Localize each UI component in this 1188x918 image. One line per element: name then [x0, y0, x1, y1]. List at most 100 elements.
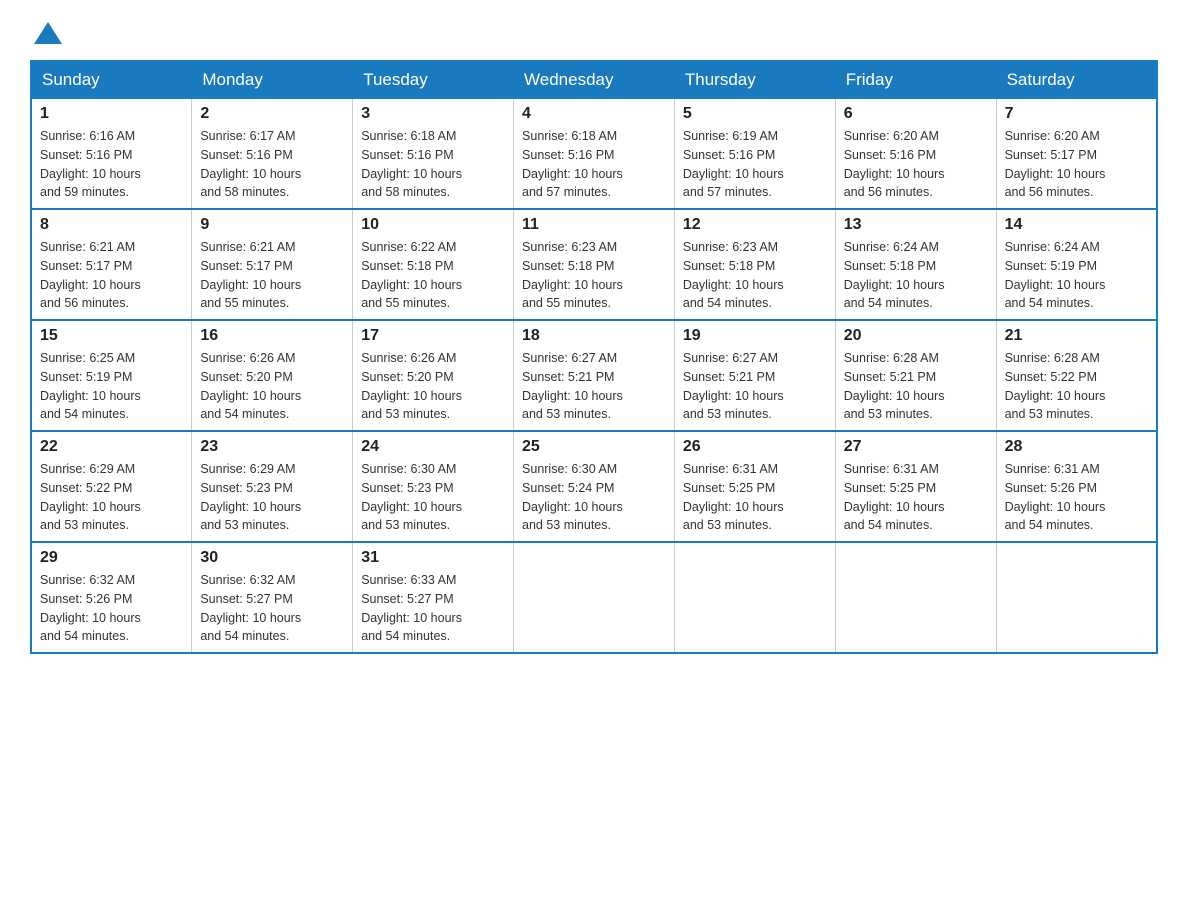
day-number: 29 — [40, 549, 183, 567]
calendar-cell: 16 Sunrise: 6:26 AM Sunset: 5:20 PM Dayl… — [192, 320, 353, 431]
calendar-cell: 12 Sunrise: 6:23 AM Sunset: 5:18 PM Dayl… — [674, 209, 835, 320]
calendar-week-5: 29 Sunrise: 6:32 AM Sunset: 5:26 PM Dayl… — [31, 542, 1157, 653]
day-info: Sunrise: 6:31 AM Sunset: 5:25 PM Dayligh… — [844, 460, 988, 535]
day-info: Sunrise: 6:32 AM Sunset: 5:27 PM Dayligh… — [200, 571, 344, 646]
calendar-cell: 14 Sunrise: 6:24 AM Sunset: 5:19 PM Dayl… — [996, 209, 1157, 320]
day-number: 8 — [40, 216, 183, 234]
day-number: 13 — [844, 216, 988, 234]
calendar-cell: 5 Sunrise: 6:19 AM Sunset: 5:16 PM Dayli… — [674, 99, 835, 210]
day-info: Sunrise: 6:30 AM Sunset: 5:23 PM Dayligh… — [361, 460, 505, 535]
day-info: Sunrise: 6:25 AM Sunset: 5:19 PM Dayligh… — [40, 349, 183, 424]
day-info: Sunrise: 6:26 AM Sunset: 5:20 PM Dayligh… — [361, 349, 505, 424]
day-number: 14 — [1005, 216, 1148, 234]
day-info: Sunrise: 6:17 AM Sunset: 5:16 PM Dayligh… — [200, 127, 344, 202]
calendar-table: SundayMondayTuesdayWednesdayThursdayFrid… — [30, 60, 1158, 654]
day-number: 9 — [200, 216, 344, 234]
calendar-cell: 3 Sunrise: 6:18 AM Sunset: 5:16 PM Dayli… — [353, 99, 514, 210]
day-info: Sunrise: 6:29 AM Sunset: 5:22 PM Dayligh… — [40, 460, 183, 535]
page-header — [30, 20, 1158, 42]
day-number: 6 — [844, 105, 988, 123]
day-number: 15 — [40, 327, 183, 345]
day-info: Sunrise: 6:16 AM Sunset: 5:16 PM Dayligh… — [40, 127, 183, 202]
calendar-cell: 26 Sunrise: 6:31 AM Sunset: 5:25 PM Dayl… — [674, 431, 835, 542]
calendar-cell: 9 Sunrise: 6:21 AM Sunset: 5:17 PM Dayli… — [192, 209, 353, 320]
calendar-cell: 19 Sunrise: 6:27 AM Sunset: 5:21 PM Dayl… — [674, 320, 835, 431]
day-number: 10 — [361, 216, 505, 234]
calendar-week-4: 22 Sunrise: 6:29 AM Sunset: 5:22 PM Dayl… — [31, 431, 1157, 542]
header-saturday: Saturday — [996, 61, 1157, 99]
header-tuesday: Tuesday — [353, 61, 514, 99]
day-number: 7 — [1005, 105, 1148, 123]
calendar-cell: 10 Sunrise: 6:22 AM Sunset: 5:18 PM Dayl… — [353, 209, 514, 320]
day-info: Sunrise: 6:21 AM Sunset: 5:17 PM Dayligh… — [40, 238, 183, 313]
logo-triangle-icon — [34, 22, 62, 44]
day-info: Sunrise: 6:31 AM Sunset: 5:25 PM Dayligh… — [683, 460, 827, 535]
calendar-cell: 7 Sunrise: 6:20 AM Sunset: 5:17 PM Dayli… — [996, 99, 1157, 210]
calendar-cell: 22 Sunrise: 6:29 AM Sunset: 5:22 PM Dayl… — [31, 431, 192, 542]
calendar-cell: 21 Sunrise: 6:28 AM Sunset: 5:22 PM Dayl… — [996, 320, 1157, 431]
calendar-cell: 24 Sunrise: 6:30 AM Sunset: 5:23 PM Dayl… — [353, 431, 514, 542]
day-number: 3 — [361, 105, 505, 123]
day-number: 17 — [361, 327, 505, 345]
calendar-cell: 23 Sunrise: 6:29 AM Sunset: 5:23 PM Dayl… — [192, 431, 353, 542]
day-info: Sunrise: 6:27 AM Sunset: 5:21 PM Dayligh… — [683, 349, 827, 424]
header-sunday: Sunday — [31, 61, 192, 99]
day-number: 27 — [844, 438, 988, 456]
day-info: Sunrise: 6:28 AM Sunset: 5:21 PM Dayligh… — [844, 349, 988, 424]
day-info: Sunrise: 6:27 AM Sunset: 5:21 PM Dayligh… — [522, 349, 666, 424]
day-number: 16 — [200, 327, 344, 345]
calendar-cell: 11 Sunrise: 6:23 AM Sunset: 5:18 PM Dayl… — [514, 209, 675, 320]
calendar-cell: 25 Sunrise: 6:30 AM Sunset: 5:24 PM Dayl… — [514, 431, 675, 542]
calendar-cell: 15 Sunrise: 6:25 AM Sunset: 5:19 PM Dayl… — [31, 320, 192, 431]
day-number: 20 — [844, 327, 988, 345]
day-number: 28 — [1005, 438, 1148, 456]
day-info: Sunrise: 6:18 AM Sunset: 5:16 PM Dayligh… — [522, 127, 666, 202]
day-number: 1 — [40, 105, 183, 123]
calendar-cell: 20 Sunrise: 6:28 AM Sunset: 5:21 PM Dayl… — [835, 320, 996, 431]
calendar-week-2: 8 Sunrise: 6:21 AM Sunset: 5:17 PM Dayli… — [31, 209, 1157, 320]
day-number: 11 — [522, 216, 666, 234]
calendar-cell — [514, 542, 675, 653]
calendar-cell — [674, 542, 835, 653]
day-info: Sunrise: 6:21 AM Sunset: 5:17 PM Dayligh… — [200, 238, 344, 313]
day-info: Sunrise: 6:28 AM Sunset: 5:22 PM Dayligh… — [1005, 349, 1148, 424]
calendar-header-row: SundayMondayTuesdayWednesdayThursdayFrid… — [31, 61, 1157, 99]
calendar-cell: 13 Sunrise: 6:24 AM Sunset: 5:18 PM Dayl… — [835, 209, 996, 320]
day-number: 24 — [361, 438, 505, 456]
day-number: 31 — [361, 549, 505, 567]
calendar-cell: 27 Sunrise: 6:31 AM Sunset: 5:25 PM Dayl… — [835, 431, 996, 542]
day-number: 23 — [200, 438, 344, 456]
day-info: Sunrise: 6:18 AM Sunset: 5:16 PM Dayligh… — [361, 127, 505, 202]
calendar-cell — [996, 542, 1157, 653]
day-info: Sunrise: 6:23 AM Sunset: 5:18 PM Dayligh… — [522, 238, 666, 313]
day-number: 5 — [683, 105, 827, 123]
calendar-cell: 8 Sunrise: 6:21 AM Sunset: 5:17 PM Dayli… — [31, 209, 192, 320]
day-number: 26 — [683, 438, 827, 456]
header-friday: Friday — [835, 61, 996, 99]
day-number: 25 — [522, 438, 666, 456]
day-info: Sunrise: 6:20 AM Sunset: 5:17 PM Dayligh… — [1005, 127, 1148, 202]
calendar-cell: 1 Sunrise: 6:16 AM Sunset: 5:16 PM Dayli… — [31, 99, 192, 210]
day-info: Sunrise: 6:29 AM Sunset: 5:23 PM Dayligh… — [200, 460, 344, 535]
calendar-cell: 29 Sunrise: 6:32 AM Sunset: 5:26 PM Dayl… — [31, 542, 192, 653]
day-info: Sunrise: 6:24 AM Sunset: 5:18 PM Dayligh… — [844, 238, 988, 313]
calendar-week-1: 1 Sunrise: 6:16 AM Sunset: 5:16 PM Dayli… — [31, 99, 1157, 210]
day-info: Sunrise: 6:19 AM Sunset: 5:16 PM Dayligh… — [683, 127, 827, 202]
day-info: Sunrise: 6:32 AM Sunset: 5:26 PM Dayligh… — [40, 571, 183, 646]
day-number: 12 — [683, 216, 827, 234]
day-info: Sunrise: 6:20 AM Sunset: 5:16 PM Dayligh… — [844, 127, 988, 202]
calendar-cell: 30 Sunrise: 6:32 AM Sunset: 5:27 PM Dayl… — [192, 542, 353, 653]
calendar-cell — [835, 542, 996, 653]
day-number: 19 — [683, 327, 827, 345]
day-info: Sunrise: 6:23 AM Sunset: 5:18 PM Dayligh… — [683, 238, 827, 313]
day-number: 22 — [40, 438, 183, 456]
day-info: Sunrise: 6:30 AM Sunset: 5:24 PM Dayligh… — [522, 460, 666, 535]
day-number: 18 — [522, 327, 666, 345]
calendar-cell: 31 Sunrise: 6:33 AM Sunset: 5:27 PM Dayl… — [353, 542, 514, 653]
calendar-cell: 17 Sunrise: 6:26 AM Sunset: 5:20 PM Dayl… — [353, 320, 514, 431]
calendar-cell: 28 Sunrise: 6:31 AM Sunset: 5:26 PM Dayl… — [996, 431, 1157, 542]
day-info: Sunrise: 6:33 AM Sunset: 5:27 PM Dayligh… — [361, 571, 505, 646]
calendar-cell: 6 Sunrise: 6:20 AM Sunset: 5:16 PM Dayli… — [835, 99, 996, 210]
header-wednesday: Wednesday — [514, 61, 675, 99]
calendar-week-3: 15 Sunrise: 6:25 AM Sunset: 5:19 PM Dayl… — [31, 320, 1157, 431]
